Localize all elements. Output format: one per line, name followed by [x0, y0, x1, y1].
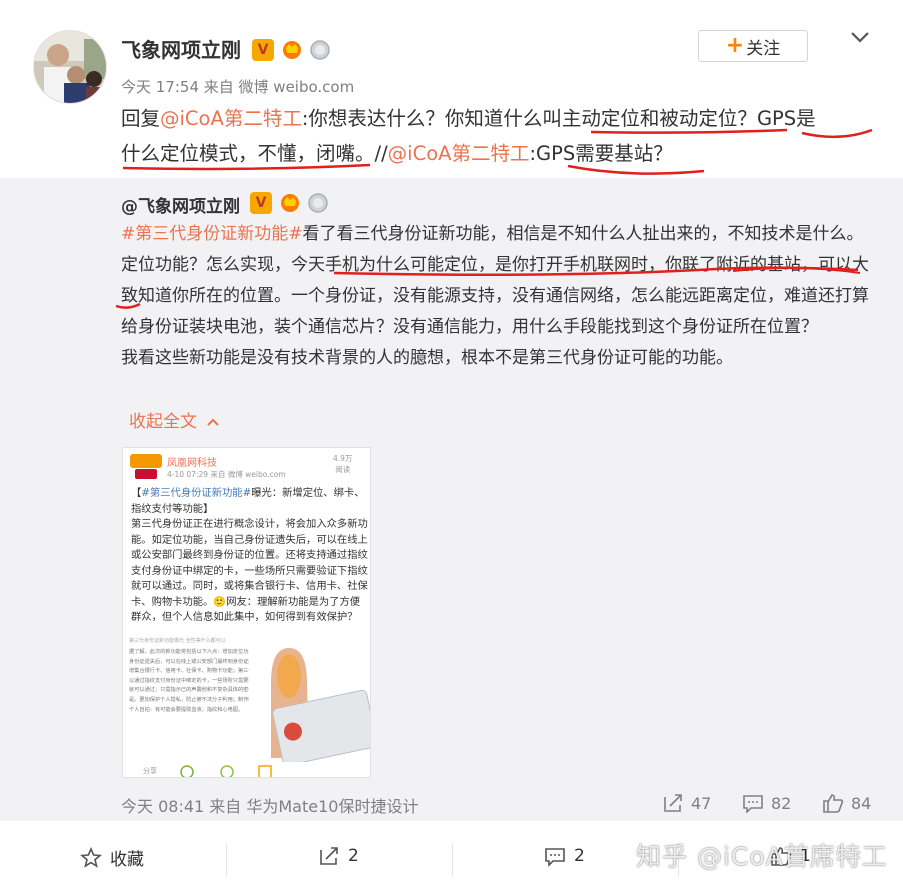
avatar-photo [34, 31, 106, 103]
favorite-button[interactable]: 收藏 [80, 845, 144, 870]
medal-icon[interactable] [309, 39, 331, 61]
hashtag-link[interactable]: #第三代身份证新功能# [121, 224, 303, 244]
verified-v-icon[interactable]: V [252, 39, 274, 61]
quoted-text-seg: 今天手机为什么可能定位，是你打开手机联网时，你联了附近的基站 [291, 255, 801, 275]
verified-v-icon[interactable]: V [250, 192, 272, 214]
collapse-label: 收起全文 [129, 412, 197, 432]
author-name[interactable]: 飞象网项立刚 [121, 34, 241, 63]
forward-count: 2 [348, 846, 359, 866]
post-text-seg: 。// [355, 142, 388, 165]
ifeng-logo-icon [130, 454, 162, 479]
post-text-seg: ？ [737, 107, 757, 130]
vip-crown-icon[interactable] [279, 191, 301, 213]
thumb-count-label: 阅读 [335, 465, 351, 474]
medal-icon[interactable] [307, 192, 329, 214]
post-text-seg: GPS是 [756, 107, 816, 130]
comment-count: 2 [574, 846, 585, 866]
collapse-button[interactable]: 收起全文 [129, 407, 220, 432]
quoted-comment-button[interactable]: 82 [742, 793, 791, 813]
post-text-seg: GPS需要基站 [536, 142, 654, 165]
author-avatar[interactable] [33, 30, 107, 104]
comment-button[interactable]: 2 [544, 845, 585, 867]
vip-crown-icon[interactable] [281, 38, 303, 60]
action-divider [226, 843, 227, 877]
thumb-moments-icon [220, 765, 234, 777]
thumb-toolbar: 分享 [123, 764, 370, 777]
thumb-account: 凤凰网科技 [167, 458, 217, 469]
reply-prefix: 回复 [121, 107, 161, 130]
mention-link[interactable]: @iCoA第二特工 [388, 142, 530, 165]
thumb-read-count: 4.9万 阅读 [333, 453, 352, 475]
forward-button[interactable]: 2 [318, 845, 359, 867]
thumb-text: 第三代身份证正在进行概念设计，将会加入众多新功能。如定位功能，当自己身份证遗失后… [131, 518, 368, 623]
post-text-seg: 什么定位模式，不懂，闭嘴 [121, 142, 356, 165]
action-divider [452, 843, 453, 877]
comment-icon [743, 795, 763, 813]
quoted-text: #第三代身份证新功能#看了看三代身份证新功能，相信是不知什么人扯出来的，不知技术… [121, 219, 871, 374]
thumb-count-value: 4.9万 [333, 454, 353, 463]
follow-label: 关注 [746, 38, 781, 59]
attached-image[interactable]: 凤凰网科技 4-10 07:29 来自 微博 weibo.com 4.9万 阅读… [122, 447, 371, 778]
thumb-body: 【#第三代身份证新功能#曝光：新增定位、绑卡、指纹支付等功能】 第三代身份证正在… [131, 486, 369, 626]
mention-link[interactable]: @iCoA第二特工 [160, 107, 302, 130]
post-text: 回复@iCoA第二特工:你想表达什么？你知道什么叫主动定位和被动定位？GPS是什… [121, 101, 881, 171]
comment-count: 82 [771, 793, 792, 813]
quoted-author[interactable]: @飞象网项立刚 [121, 192, 240, 217]
comment-icon [545, 848, 565, 867]
post-text-seg: :你想表达什么？你知道什么叫 [301, 107, 562, 130]
quoted-footer-meta: 今天 08:41 来自 华为Mate10保时捷设计 [121, 797, 419, 816]
thumbs-up-icon [823, 794, 844, 813]
thumb-weibo-icon [258, 765, 272, 777]
plus-icon: + [725, 33, 745, 58]
like-count: 84 [851, 793, 872, 813]
forward-count: 47 [691, 793, 712, 813]
forward-icon [320, 847, 338, 865]
thumb-fingerprint-card-photo [249, 638, 370, 762]
follow-button[interactable]: + 关注 [698, 30, 808, 62]
post-meta: 今天 17:54 来自 微博 weibo.com [121, 78, 355, 96]
quoted-like-button[interactable]: 84 [822, 793, 871, 813]
thumb-hashtag: #第三代身份证新功能# [141, 487, 252, 499]
thumb-meta: 4-10 07:29 来自 微博 weibo.com [167, 470, 286, 479]
chevron-up-icon [207, 418, 220, 426]
zhihu-watermark: 知乎 @iCoA首席特工 [636, 842, 888, 871]
post-text-seg: 主动定位和被动定位 [561, 107, 738, 130]
thumb-text: 【 [131, 487, 142, 499]
forward-icon [664, 794, 682, 812]
thumb-caption: 第三代身份证新功能曝光 全性等什么都可以 [129, 638, 226, 644]
quoted-text-seg: 我看这些新功能是没有技术背景的人的臆想，根本不是第三代身份证可能的功能。 [121, 348, 733, 368]
thumb-share-label: 分享 [143, 767, 157, 775]
quoted-forward-button[interactable]: 47 [662, 793, 711, 813]
favorite-label: 收藏 [110, 850, 144, 870]
chevron-down-icon[interactable] [848, 28, 872, 46]
thumb-wechat-icon [180, 765, 194, 777]
post-text-seg: ？ [653, 142, 673, 165]
star-icon [80, 846, 102, 868]
